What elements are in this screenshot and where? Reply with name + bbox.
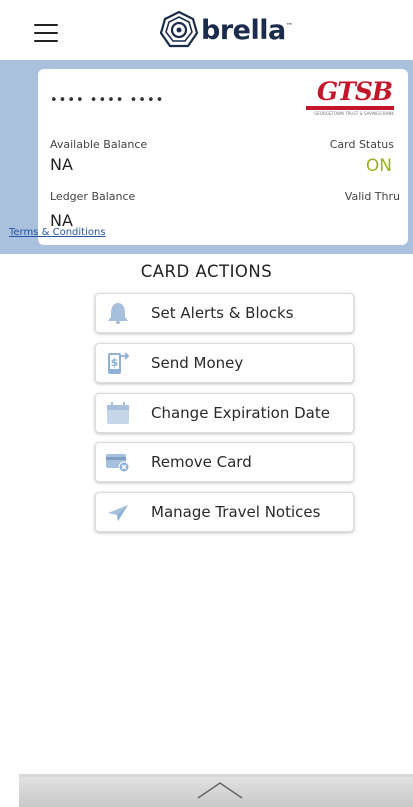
- card-actions-heading: CARD ACTIONS: [140, 262, 273, 281]
- calendar-icon: [107, 402, 129, 424]
- bank-logo-subtitle: GEORGETOWN TRUST & SAVINGS BANK: [314, 111, 394, 116]
- app-logo: brella ™: [160, 10, 293, 50]
- chevron-up-icon[interactable]: [197, 781, 243, 799]
- bank-logo-band: [306, 106, 394, 110]
- manage-travel-notices-button[interactable]: Manage Travel Notices: [95, 492, 354, 532]
- terms-and-conditions-link[interactable]: Terms & Conditions: [9, 227, 106, 238]
- remove-card-button[interactable]: Remove Card: [95, 442, 354, 482]
- app-header: brella ™: [0, 0, 413, 60]
- logo-trademark: ™: [285, 22, 293, 30]
- valid-thru-label: Valid Thru: [344, 190, 400, 203]
- action-label: Send Money: [151, 354, 244, 372]
- send-money-button[interactable]: $ Send Money: [95, 343, 354, 383]
- logo-wordmark: brella: [201, 14, 286, 46]
- bottom-drawer-handle[interactable]: [19, 774, 413, 807]
- svg-text:$: $: [111, 356, 119, 369]
- brella-emblem-icon: [160, 11, 198, 48]
- paper-plane-icon: [108, 505, 128, 521]
- remove-card-icon: [106, 454, 130, 473]
- card-status-value: ON: [365, 156, 392, 176]
- set-alerts-blocks-button[interactable]: Set Alerts & Blocks: [95, 293, 354, 333]
- card-summary[interactable]: •••• •••• •••• GTSB GEORGETOWN TRUST & S…: [38, 69, 408, 245]
- action-label: Remove Card: [151, 453, 252, 471]
- card-status-label: Card Status: [329, 138, 394, 151]
- action-label: Manage Travel Notices: [151, 503, 321, 521]
- available-balance-label: Available Balance: [50, 138, 148, 151]
- action-label: Set Alerts & Blocks: [151, 304, 294, 322]
- available-balance-value: NA: [50, 155, 73, 174]
- drawer-divider: [19, 774, 413, 777]
- hamburger-menu-icon[interactable]: [34, 24, 58, 42]
- card-panel: •••• •••• •••• GTSB GEORGETOWN TRUST & S…: [0, 60, 413, 254]
- bank-logo: GTSB GEORGETOWN TRUST & SAVINGS BANK: [306, 77, 394, 117]
- change-expiration-date-button[interactable]: Change Expiration Date: [95, 393, 354, 433]
- card-number-masked: •••• •••• ••••: [50, 93, 165, 108]
- ledger-balance-label: Ledger Balance: [50, 190, 136, 203]
- action-label: Change Expiration Date: [151, 404, 330, 422]
- bell-icon: [108, 303, 128, 324]
- send-money-phone-icon: $: [108, 352, 130, 374]
- bank-logo-text: GTSB: [316, 77, 393, 106]
